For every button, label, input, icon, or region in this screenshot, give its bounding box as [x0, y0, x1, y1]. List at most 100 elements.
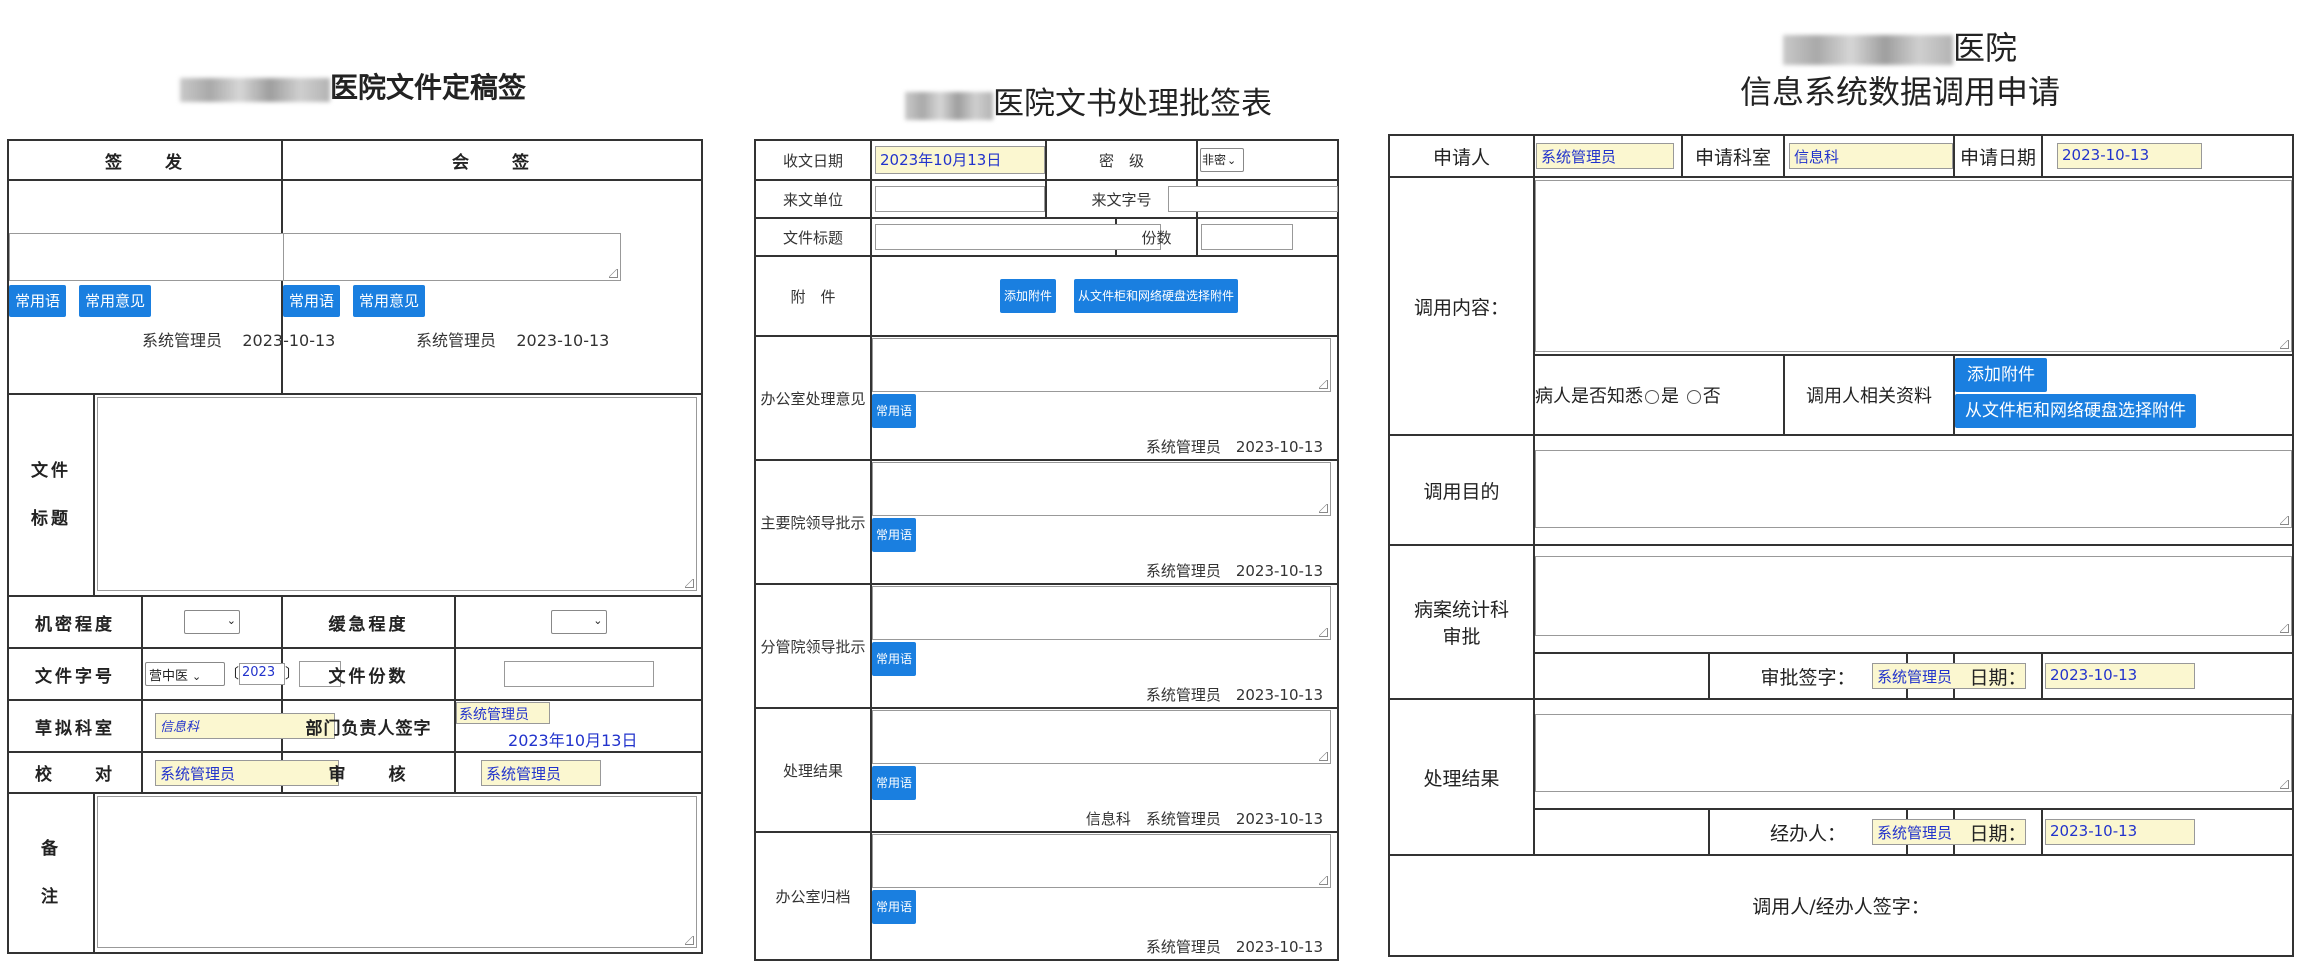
issue-cell: 常用语 常用意见 系统管理员 2023-10-13 [6, 179, 349, 395]
from-no-input[interactable] [1168, 186, 1339, 212]
dept-head-sign-date: 2023年10月13日 [508, 731, 638, 751]
countersign-textarea[interactable] [283, 233, 622, 282]
office-opinion-signature: 系统管理员 2023-10-13 [1145, 438, 1324, 456]
no-radio[interactable] [1686, 390, 1701, 404]
stat-approve-cell [1532, 544, 2295, 654]
proofread-cell: 系统管理员 [140, 751, 339, 794]
stat-approve-textarea[interactable] [1535, 556, 2292, 636]
copies-input[interactable] [503, 661, 654, 688]
choose-attachment-button[interactable]: 从文件柜和网络硬盘选择附件 [1074, 279, 1239, 313]
copies-label: 份数 [1114, 217, 1199, 257]
recv-date-input[interactable]: 2023年10月13日 [875, 146, 1045, 174]
dept-head-sign-input[interactable]: 系统管理员 [456, 702, 551, 725]
office-opinion-phrase-button[interactable]: 常用语 [872, 394, 917, 428]
form2-title: 医院文书处理批签表 [905, 78, 1272, 123]
purpose-cell [1532, 434, 2295, 546]
issue-phrase-button[interactable]: 常用语 [9, 285, 67, 318]
from-unit-cell [870, 179, 1047, 219]
doc-no-year-input[interactable]: 2023 [239, 663, 285, 686]
review-input[interactable]: 系统管理员 [481, 759, 602, 786]
related-docs-label: 调用人相关资料 [1783, 354, 1956, 436]
result-label: 处理结果 [1388, 698, 1535, 856]
draft-dept-cell: 信息科 [140, 699, 335, 754]
handler-date-cell: 2023-10-13 [2041, 808, 2295, 856]
content-cell [1532, 176, 2295, 356]
doc-title-cell [92, 392, 704, 598]
office-archive-phrase-button[interactable]: 常用语 [872, 890, 917, 924]
countersign-phrase-button[interactable]: 常用语 [283, 285, 341, 318]
office-archive-textarea[interactable] [872, 834, 1331, 888]
countersign-header: 会 签 [281, 138, 704, 182]
secrecy-cell: 非密⌄ [1196, 139, 1340, 181]
result-textarea[interactable] [1535, 714, 2292, 792]
doc-no-prefix-select[interactable]: 营中医 ⌄ [145, 662, 225, 687]
apply-date-input[interactable]: 2023-10-13 [2057, 143, 2203, 169]
urgency-cell: ⌄ [454, 595, 704, 650]
redacted-hospital-name [1782, 35, 1953, 65]
approve-date-label: 日期： [1953, 652, 2044, 700]
copies-input[interactable] [1201, 224, 1294, 250]
result-label: 处理结果 [754, 707, 872, 833]
main-leader-cell: 常用语 系统管理员 2023-10-13 [869, 459, 1340, 585]
office-archive-signature: 系统管理员 2023-10-13 [1145, 938, 1324, 956]
branch-leader-phrase-button[interactable]: 常用语 [872, 642, 917, 676]
result-cell [1532, 698, 2295, 810]
approve-date-cell: 2023-10-13 [2041, 652, 2295, 700]
copies-cell [454, 647, 704, 702]
result-signature: 信息科 系统管理员 2023-10-13 [1085, 810, 1324, 828]
dept-head-label: 部门负责人签字 [281, 699, 457, 754]
document-finalization-form: 签 发 会 签 常用语 常用意见 系统管理员 2023-10-13 常用语 常用… [6, 138, 704, 955]
from-unit-input[interactable] [875, 186, 1045, 212]
stat-approve-empty [1533, 652, 1710, 700]
chevron-down-icon: ⌄ [1227, 154, 1237, 167]
related-docs-cell: 添加附件 从文件柜和网络硬盘选择附件 [1953, 354, 2295, 436]
applicant-cell: 系统管理员 [1533, 134, 1683, 178]
approve-date-input[interactable]: 2023-10-13 [2045, 663, 2196, 689]
review-label: 审 核 [281, 751, 457, 794]
purpose-textarea[interactable] [1535, 450, 2292, 528]
result-phrase-button[interactable]: 常用语 [872, 766, 917, 800]
result-cell: 常用语 信息科 系统管理员 2023-10-13 [869, 707, 1340, 833]
draft-dept-label: 草拟科室 [7, 699, 143, 754]
secrecy-select[interactable]: 非密⌄ [1200, 148, 1245, 172]
attachment-label: 附 件 [754, 255, 872, 337]
yes-radio[interactable] [1645, 390, 1659, 404]
form1-title: 医院文件定稿签 [180, 66, 526, 106]
office-opinion-cell: 常用语 系统管理员 2023-10-13 [869, 335, 1340, 461]
remark-label: 备注 [7, 791, 95, 955]
office-opinion-textarea[interactable] [872, 338, 1331, 392]
main-leader-textarea[interactable] [872, 462, 1331, 516]
urgency-select[interactable]: ⌄ [550, 610, 607, 635]
branch-leader-textarea[interactable] [872, 586, 1331, 640]
apply-dept-input[interactable]: 信息科 [1789, 143, 1954, 169]
result-textarea[interactable] [872, 710, 1331, 764]
handler-date-label: 日期： [1953, 808, 2044, 856]
from-unit-label: 来文单位 [754, 179, 872, 219]
handler-date-input[interactable]: 2023-10-13 [2045, 819, 2196, 845]
issue-opinion-button[interactable]: 常用意见 [79, 285, 152, 318]
secrecy-select[interactable]: ⌄ [184, 610, 240, 635]
add-attachment-button[interactable]: 添加附件 [1000, 279, 1057, 313]
remark-textarea[interactable] [97, 795, 697, 948]
copies-label: 文件份数 [281, 647, 457, 702]
content-textarea[interactable] [1535, 180, 2292, 352]
secrecy-label: 机密程度 [7, 595, 143, 650]
patient-informed-cell: 病人是否知悉是 否 [1532, 354, 1786, 436]
doc-title-label: 文件标题 [754, 217, 872, 257]
apply-dept-label: 申请科室 [1680, 134, 1786, 178]
review-cell: 系统管理员 [454, 751, 704, 794]
add-attachment-button[interactable]: 添加附件 [1955, 358, 2048, 392]
redacted-hospital-name [180, 77, 330, 102]
countersign-signature: 系统管理员 2023-10-13 [416, 331, 610, 351]
applicant-label: 申请人 [1388, 134, 1535, 178]
doc-title-textarea[interactable] [97, 396, 697, 591]
main-leader-phrase-button[interactable]: 常用语 [872, 518, 917, 552]
applicant-input[interactable]: 系统管理员 [1536, 143, 1674, 169]
doc-title-cell [870, 217, 1161, 257]
countersign-cell: 常用语 常用意见 系统管理员 2023-10-13 [281, 179, 704, 395]
countersign-opinion-button[interactable]: 常用意见 [353, 285, 426, 318]
choose-attachment-button[interactable]: 从文件柜和网络硬盘选择附件 [1955, 394, 2197, 428]
office-archive-label: 办公室归档 [754, 831, 872, 961]
signatures-label: 调用人/经办人签字： [1387, 854, 2295, 957]
from-no-cell [1168, 179, 1340, 219]
